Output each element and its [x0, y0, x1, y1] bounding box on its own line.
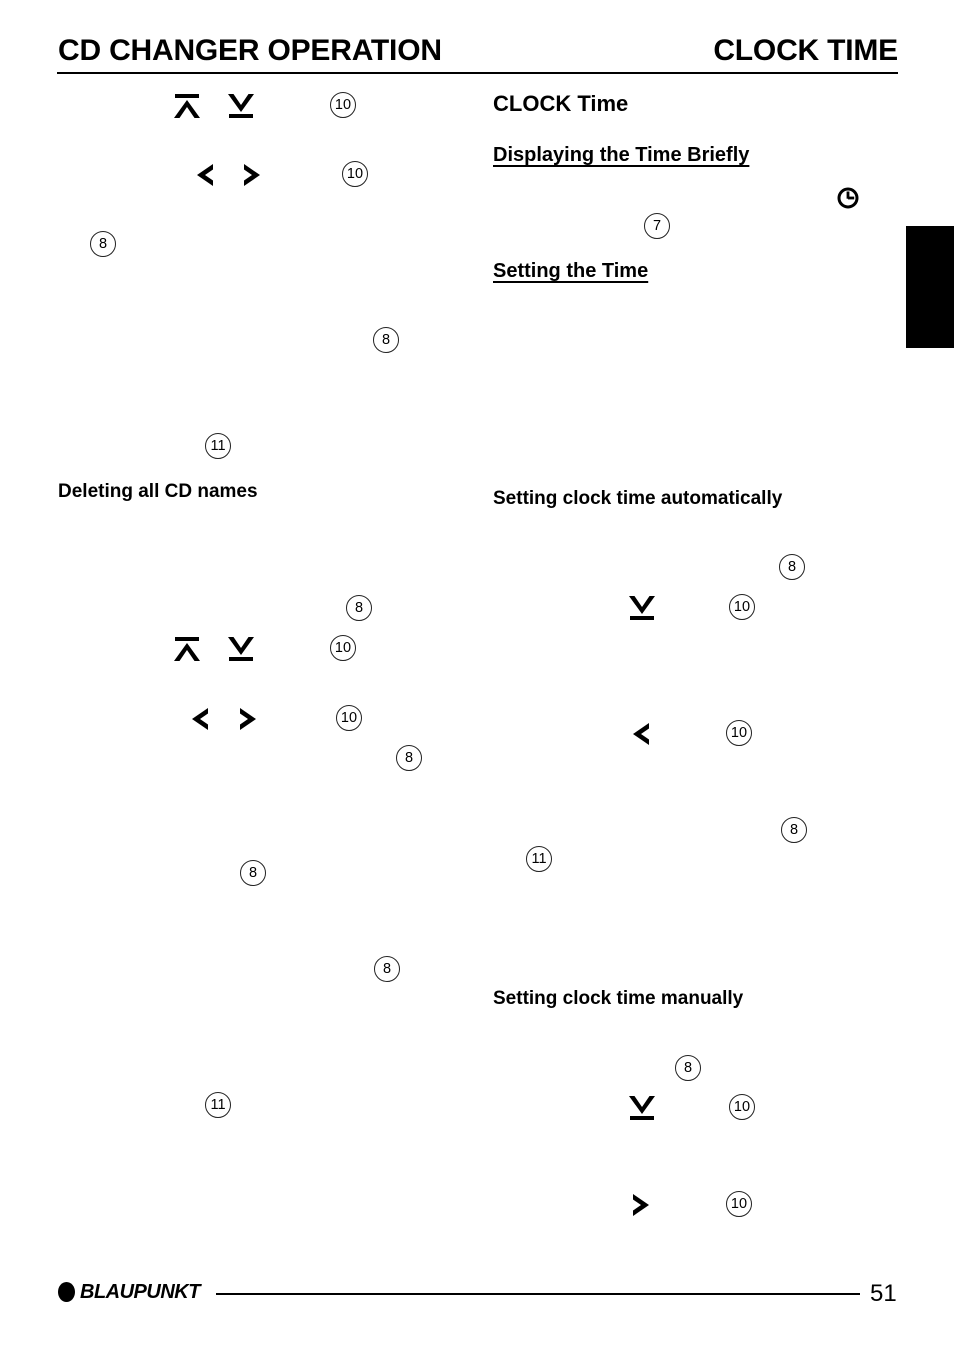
callout-marker: 8 [781, 817, 807, 843]
subheading-setting-the-time: Setting the Time [493, 260, 649, 282]
section-title-clock-time: CLOCK Time [493, 91, 629, 116]
heading-setting-clock-time-automatically: Setting clock time automatically [493, 488, 783, 509]
callout-marker: 10 [330, 92, 356, 118]
callout-marker: 11 [205, 1092, 231, 1118]
heading-deleting-all-cd-names: Deleting all CD names [58, 481, 258, 502]
page-number: 51 [870, 1280, 897, 1307]
down-arrow-bar-glyph [226, 93, 256, 119]
callout-marker: 11 [205, 433, 231, 459]
blaupunkt-wordmark: BLAUPUNKT [80, 1281, 200, 1303]
left-chevron-glyph [627, 721, 655, 747]
callout-marker: 10 [729, 594, 755, 620]
callout-marker: 8 [346, 595, 372, 621]
right-chevron-glyph [238, 162, 266, 188]
callout-marker: 8 [675, 1055, 701, 1081]
left-chevron-glyph [186, 706, 214, 732]
callout-marker: 11 [526, 846, 552, 872]
header-divider [57, 72, 898, 74]
blaupunkt-logo: BLAUPUNKT [58, 1282, 200, 1302]
down-arrow-bar-glyph [226, 636, 256, 662]
callout-marker: 10 [342, 161, 368, 187]
callout-marker: 10 [330, 635, 356, 661]
left-chevron-glyph [191, 162, 219, 188]
up-arrow-bar-glyph [172, 93, 202, 119]
chapter-side-tab [906, 226, 954, 348]
callout-marker: 8 [373, 327, 399, 353]
clock-icon [837, 187, 859, 209]
callout-marker: 10 [726, 1191, 752, 1217]
right-chevron-glyph [627, 1192, 655, 1218]
down-arrow-bar-glyph [627, 1095, 657, 1121]
callout-marker: 10 [726, 720, 752, 746]
blaupunkt-dot-icon [58, 1282, 75, 1302]
callout-marker: 8 [240, 860, 266, 886]
subheading-displaying-the-time-briefly: Displaying the Time Briefly [493, 144, 750, 166]
header-right-title: CLOCK TIME [713, 34, 898, 67]
callout-marker: 8 [779, 554, 805, 580]
down-arrow-bar-glyph [627, 595, 657, 621]
callout-marker: 7 [644, 213, 670, 239]
footer-divider [216, 1293, 860, 1295]
callout-marker: 8 [396, 745, 422, 771]
callout-marker: 8 [374, 956, 400, 982]
callout-marker: 10 [336, 705, 362, 731]
header-left-title: CD CHANGER OPERATION [58, 34, 442, 67]
callout-marker: 8 [90, 231, 116, 257]
callout-marker: 10 [729, 1094, 755, 1120]
heading-setting-clock-time-manually: Setting clock time manually [493, 988, 744, 1009]
document-page: CD CHANGER OPERATION CLOCK TIME 10 10 8 … [0, 0, 954, 1349]
up-arrow-bar-glyph [172, 636, 202, 662]
right-chevron-glyph [234, 706, 262, 732]
